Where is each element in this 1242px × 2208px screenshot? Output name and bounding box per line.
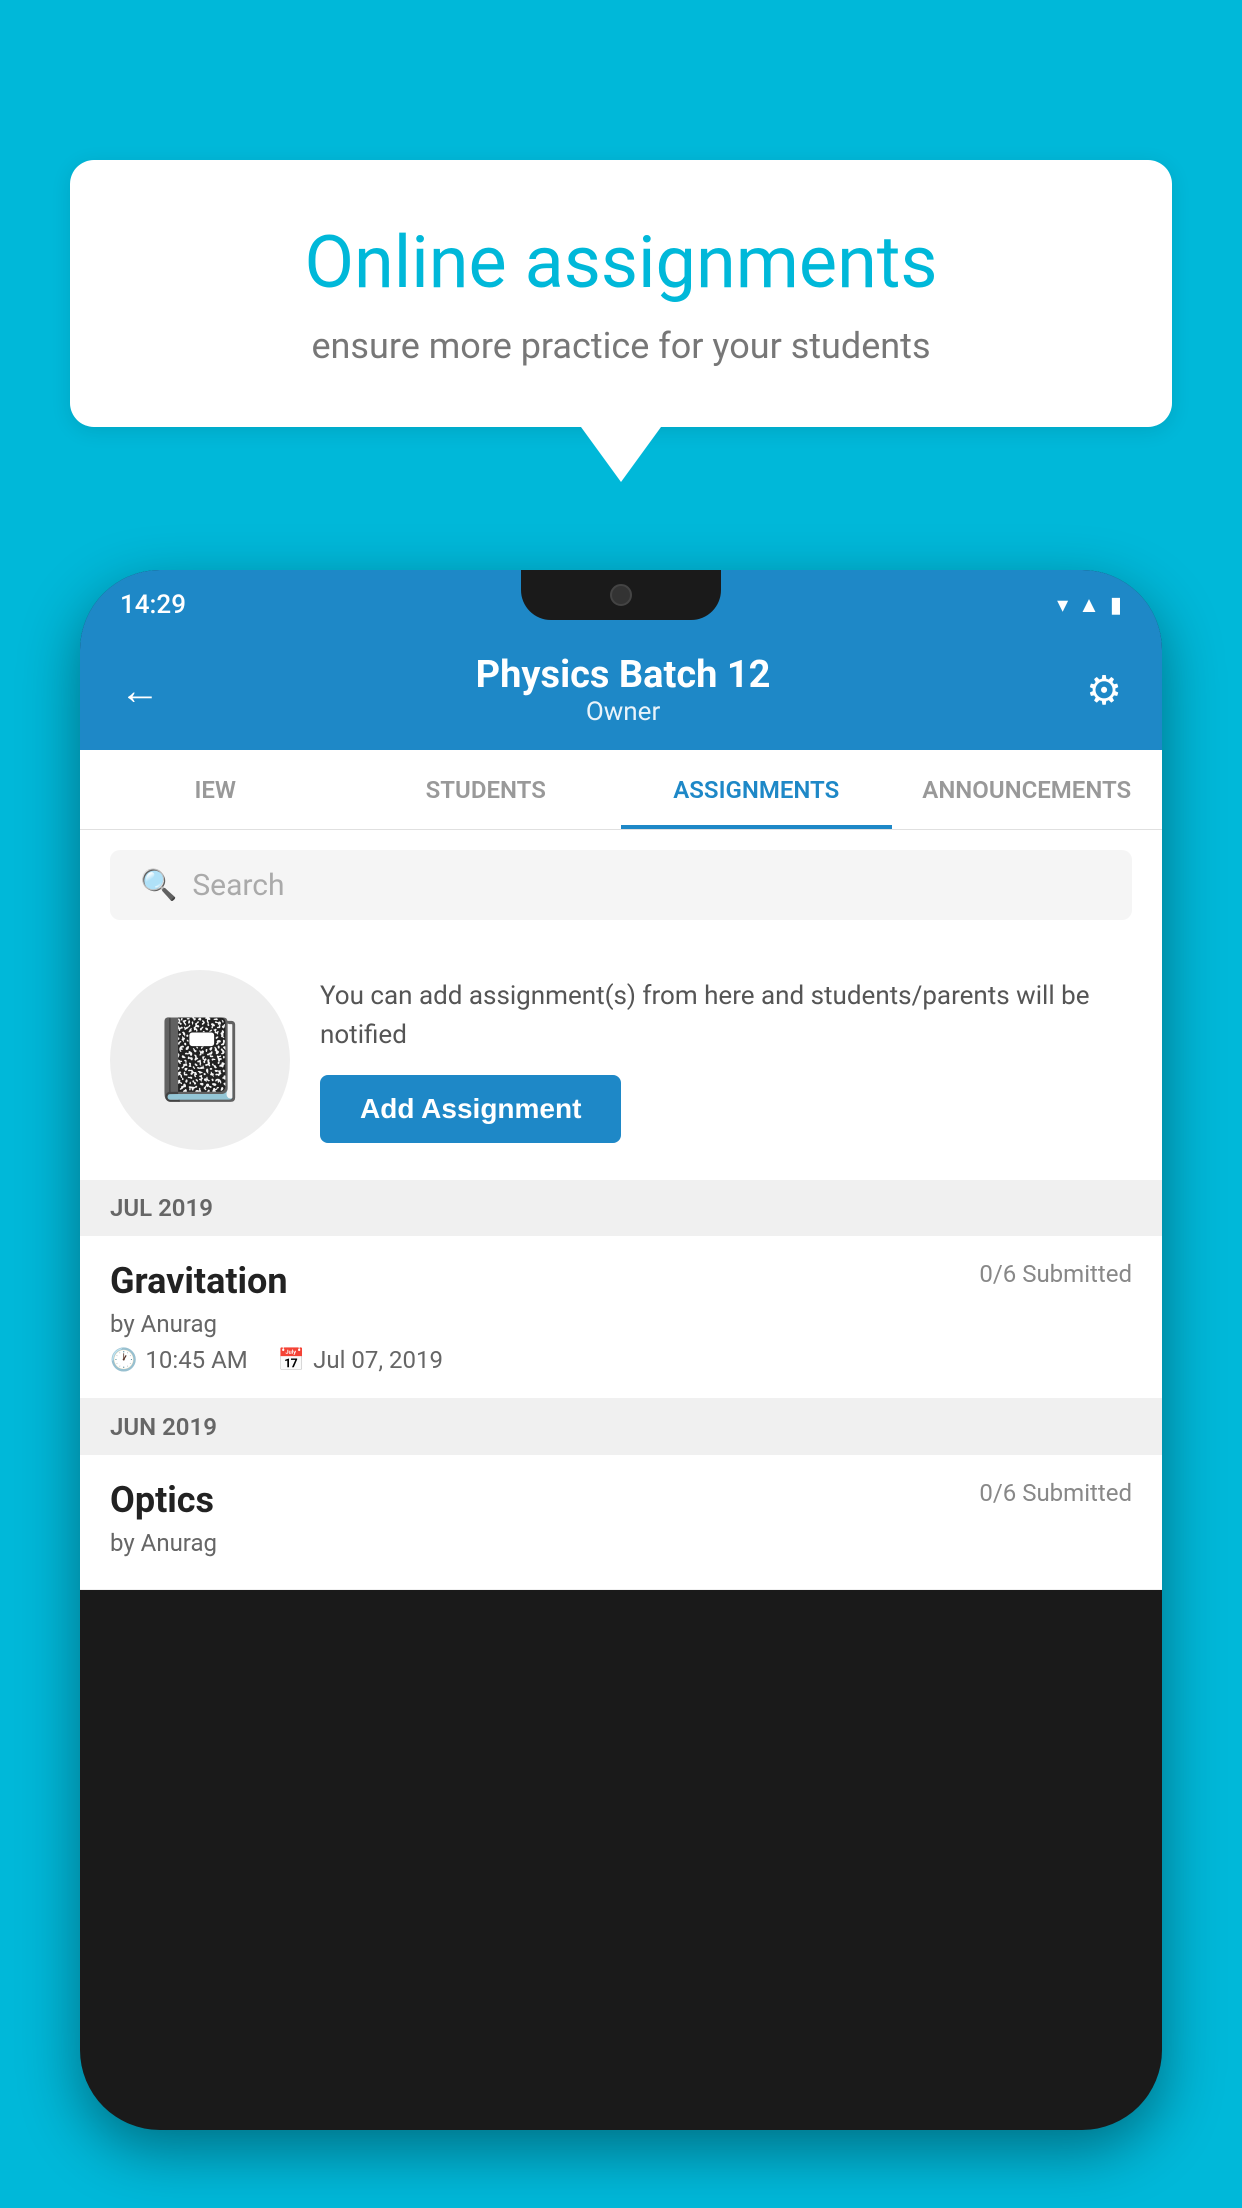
assignment-item-top: Gravitation 0/6 Submitted xyxy=(110,1260,1132,1302)
status-icons: ▾ ▲ ▮ xyxy=(1057,592,1122,618)
add-assignment-button[interactable]: Add Assignment xyxy=(320,1075,621,1143)
signal-icon: ▲ xyxy=(1078,592,1100,618)
clock-icon: 🕐 xyxy=(110,1348,137,1373)
app-header: ← Physics Batch 12 Owner ⚙ xyxy=(80,630,1162,750)
section-header-jun: JUN 2019 xyxy=(80,1399,1162,1455)
speech-bubble-tail xyxy=(581,427,661,482)
search-bar-wrapper: 🔍 Search xyxy=(80,830,1162,940)
search-icon: 🔍 xyxy=(140,868,177,903)
phone-notch xyxy=(521,570,721,620)
assignment-description: You can add assignment(s) from here and … xyxy=(320,977,1132,1055)
settings-icon[interactable]: ⚙ xyxy=(1086,667,1122,714)
status-time: 14:29 xyxy=(120,590,186,620)
assignment-submitted-gravitation: 0/6 Submitted xyxy=(979,1260,1132,1288)
assignment-date-gravitation: 📅 Jul 07, 2019 xyxy=(278,1346,443,1374)
phone-mockup: 14:29 ▾ ▲ ▮ ← Physics Batch 12 Owner ⚙ xyxy=(80,570,1162,2208)
screen-content: 🔍 Search 📓 You can add assignment(s) fro… xyxy=(80,830,1162,1590)
speech-bubble-subtitle: ensure more practice for your students xyxy=(150,325,1092,367)
search-bar[interactable]: 🔍 Search xyxy=(110,850,1132,920)
speech-bubble-container: Online assignments ensure more practice … xyxy=(70,160,1172,482)
assignment-by-gravitation: by Anurag xyxy=(110,1310,1132,1338)
assignment-by-optics: by Anurag xyxy=(110,1529,1132,1557)
speech-bubble-title: Online assignments xyxy=(150,220,1092,305)
section-header-jul: JUL 2019 xyxy=(80,1180,1162,1236)
phone-frame: 14:29 ▾ ▲ ▮ ← Physics Batch 12 Owner ⚙ xyxy=(80,570,1162,2130)
back-button[interactable]: ← xyxy=(120,667,160,714)
phone-camera xyxy=(610,584,632,606)
tab-announcements[interactable]: ANNOUNCEMENTS xyxy=(892,750,1163,829)
assignment-name-optics: Optics xyxy=(110,1479,214,1521)
header-center: Physics Batch 12 Owner xyxy=(476,653,771,727)
assignment-right: You can add assignment(s) from here and … xyxy=(320,977,1132,1143)
assignment-meta-gravitation: 🕐 10:45 AM 📅 Jul 07, 2019 xyxy=(110,1346,1132,1374)
calendar-icon: 📅 xyxy=(278,1348,305,1373)
phone-screen: 14:29 ▾ ▲ ▮ ← Physics Batch 12 Owner ⚙ xyxy=(80,570,1162,2130)
assignment-item-top-optics: Optics 0/6 Submitted xyxy=(110,1479,1132,1521)
assignment-illustration: 📓 xyxy=(110,970,290,1150)
notebook-icon: 📓 xyxy=(150,1013,250,1107)
tab-iew[interactable]: IEW xyxy=(80,750,351,829)
header-subtitle: Owner xyxy=(476,697,771,727)
assignment-time-gravitation: 🕐 10:45 AM xyxy=(110,1346,248,1374)
battery-icon: ▮ xyxy=(1110,593,1122,618)
tab-assignments[interactable]: ASSIGNMENTS xyxy=(621,750,892,829)
search-placeholder: Search xyxy=(192,868,284,903)
assignment-item-gravitation[interactable]: Gravitation 0/6 Submitted by Anurag 🕐 10… xyxy=(80,1236,1162,1399)
speech-bubble: Online assignments ensure more practice … xyxy=(70,160,1172,427)
wifi-icon: ▾ xyxy=(1057,593,1068,618)
assignment-name-gravitation: Gravitation xyxy=(110,1260,288,1302)
tab-students[interactable]: STUDENTS xyxy=(351,750,622,829)
tabs-bar: IEW STUDENTS ASSIGNMENTS ANNOUNCEMENTS xyxy=(80,750,1162,830)
header-title: Physics Batch 12 xyxy=(476,653,771,697)
add-assignment-section: 📓 You can add assignment(s) from here an… xyxy=(80,940,1162,1180)
assignment-item-optics[interactable]: Optics 0/6 Submitted by Anurag xyxy=(80,1455,1162,1590)
assignment-submitted-optics: 0/6 Submitted xyxy=(979,1479,1132,1507)
